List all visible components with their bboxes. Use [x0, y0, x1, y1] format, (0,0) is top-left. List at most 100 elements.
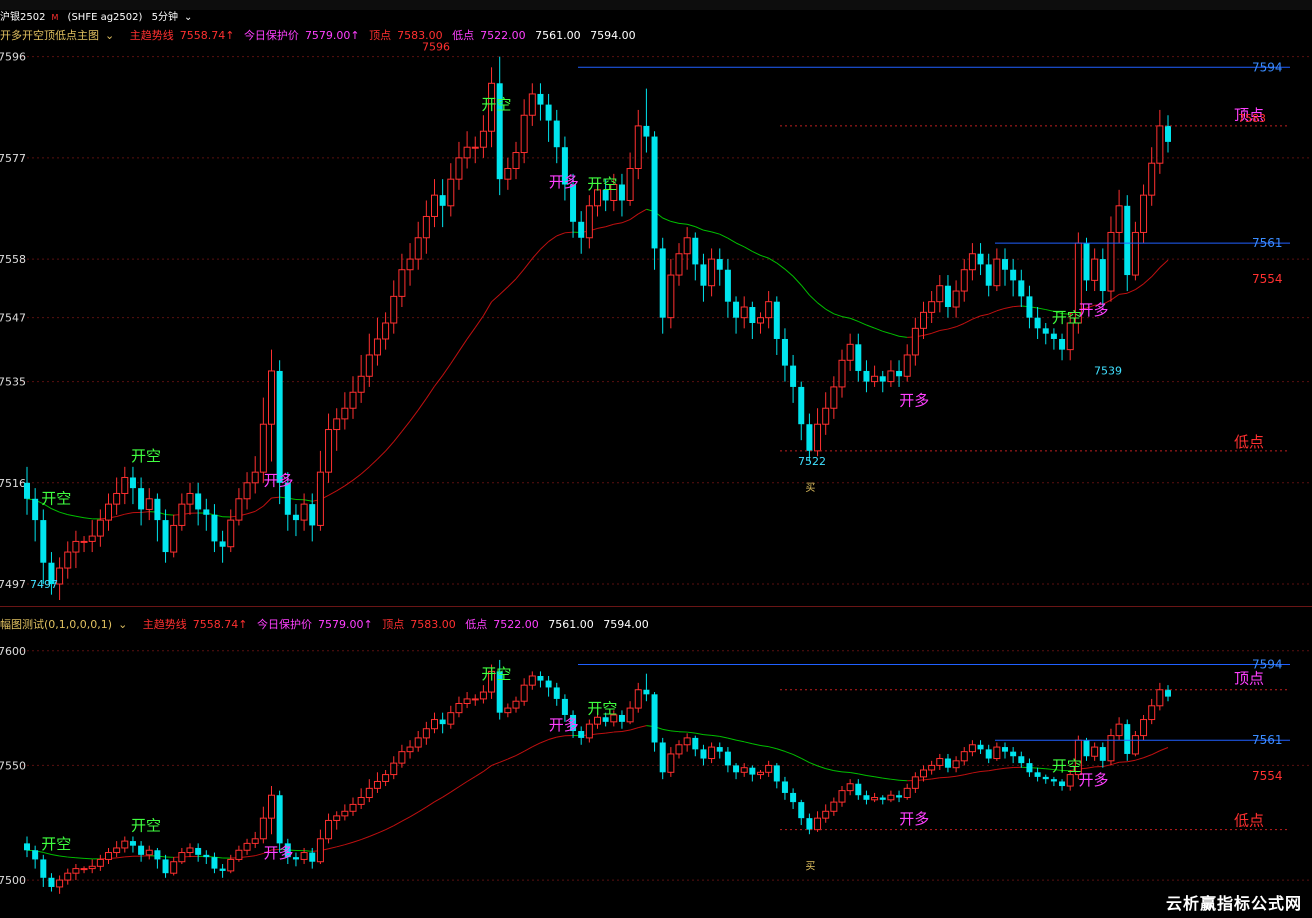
candle-body [219, 868, 226, 871]
trend-line-segment [75, 515, 85, 519]
main-candlestick-chart[interactable]: 7596 7577 7558 7547 7535 7516 7497 7594 7561 7554… [0, 10, 1312, 606]
candle-body [325, 819, 333, 840]
candle-body [798, 802, 805, 819]
candle-body [1131, 231, 1139, 276]
trend-line-segment [499, 286, 509, 295]
candle-body [138, 488, 145, 510]
trend-line-segment [695, 226, 704, 231]
candle-body [463, 698, 471, 705]
trend-line-segment [1119, 292, 1128, 295]
candle-body [439, 195, 446, 206]
candle-body [105, 503, 112, 521]
candle-body [382, 774, 390, 782]
trend-line-segment [344, 479, 354, 487]
candle-body [1002, 747, 1008, 752]
candle-body [545, 680, 552, 688]
open-short-signal: 开空 [587, 700, 617, 718]
candle-body [773, 765, 780, 782]
trend-line-segment [442, 791, 452, 798]
peak-price-label: 7596 [422, 41, 450, 54]
candle-body [1131, 735, 1139, 755]
candle-body [406, 258, 414, 271]
open-short-signal: 开空 [481, 665, 511, 683]
y-tick-label: 7535 [0, 376, 26, 389]
candle-body [896, 370, 903, 377]
candle-body [781, 781, 788, 793]
candle-body [40, 859, 47, 878]
candle-body [373, 338, 381, 356]
trend-line-segment [426, 801, 435, 808]
trend-line-segment [956, 774, 965, 777]
open-short-signal: 开空 [1052, 757, 1082, 775]
trend-line-segment [752, 743, 761, 746]
candle-body [1002, 259, 1008, 270]
candle-body [985, 749, 992, 759]
candle-body [545, 104, 552, 121]
candle-body [781, 338, 788, 366]
candle-body [1050, 333, 1057, 339]
trend-line-segment [744, 741, 753, 745]
candle-body [651, 136, 658, 249]
open-long-signal: 开多 [264, 844, 294, 862]
open-short-signal: 开空 [41, 835, 71, 853]
y-tick-label: 7550 [0, 759, 26, 772]
trend-line-segment [59, 511, 68, 516]
candle-body [863, 795, 870, 800]
trend-line-segment [923, 332, 932, 336]
trend-line-segment [670, 730, 680, 733]
trend-line-segment [882, 330, 892, 335]
candle-body [186, 492, 194, 505]
open-long-signal: 开多 [899, 810, 929, 828]
candle-body [1148, 705, 1156, 721]
trend-line-segment [474, 315, 484, 328]
trend-line-segment [996, 767, 1006, 770]
candle-body [276, 795, 283, 844]
candle-body [887, 370, 895, 383]
candle-body [993, 746, 1001, 760]
candle-body [675, 253, 683, 276]
trend-line-segment [621, 219, 631, 224]
trend-line-segment [360, 466, 370, 475]
candle-body [1018, 756, 1025, 764]
trend-line-segment [556, 232, 566, 237]
trend-line-segment [124, 855, 133, 858]
candle-body [129, 841, 136, 846]
trend-line-segment [377, 829, 386, 834]
trend-line-segment [833, 313, 843, 318]
trend-line-segment [923, 778, 932, 781]
candle-body [276, 370, 283, 483]
trend-line-segment [964, 772, 973, 776]
trend-line-segment [719, 735, 729, 739]
trend-line-segment [458, 781, 468, 788]
candle-body [349, 803, 357, 812]
candle-body [602, 717, 609, 722]
sub-chart-pane[interactable]: 幅图测试(0,1,0,0,0,1) ⌄ 主趋势线 7558.74↑ 今日保护价 757… [0, 617, 1312, 909]
trend-line-segment [890, 778, 900, 781]
candle-body [561, 698, 568, 715]
candle-body [879, 797, 886, 800]
trend-line-segment [116, 856, 125, 859]
candle-body [471, 146, 479, 149]
candle-body [333, 815, 341, 821]
sub-candlestick-chart[interactable]: 760075507500759475617554顶点低点开空开空开空开空开空开多… [0, 617, 1312, 909]
trend-line-segment [304, 850, 313, 852]
open-long-signal: 开多 [264, 472, 294, 490]
trend-line-segment [425, 385, 435, 399]
trend-line-segment [417, 806, 427, 813]
candle-body [952, 760, 960, 769]
candle-body [928, 301, 936, 313]
trend-line-segment [621, 729, 631, 732]
trend-line-segment [523, 258, 533, 270]
trend-line-segment [1143, 276, 1153, 285]
candle-body [903, 354, 911, 377]
candle-body [700, 749, 707, 759]
candle-body [32, 850, 39, 860]
candle-body [830, 801, 838, 812]
trend-line-segment [51, 854, 60, 857]
candle-body [871, 797, 879, 801]
candle-body [512, 152, 520, 170]
candle-body [24, 482, 30, 499]
main-chart-pane[interactable]: 开多开空顶低点主图 ⌄ 主趋势线 7558.74↑ 今日保护价 7579.00↑ 顶点… [0, 10, 1312, 607]
trend-line-segment [768, 746, 777, 750]
candle-body [1140, 719, 1148, 737]
